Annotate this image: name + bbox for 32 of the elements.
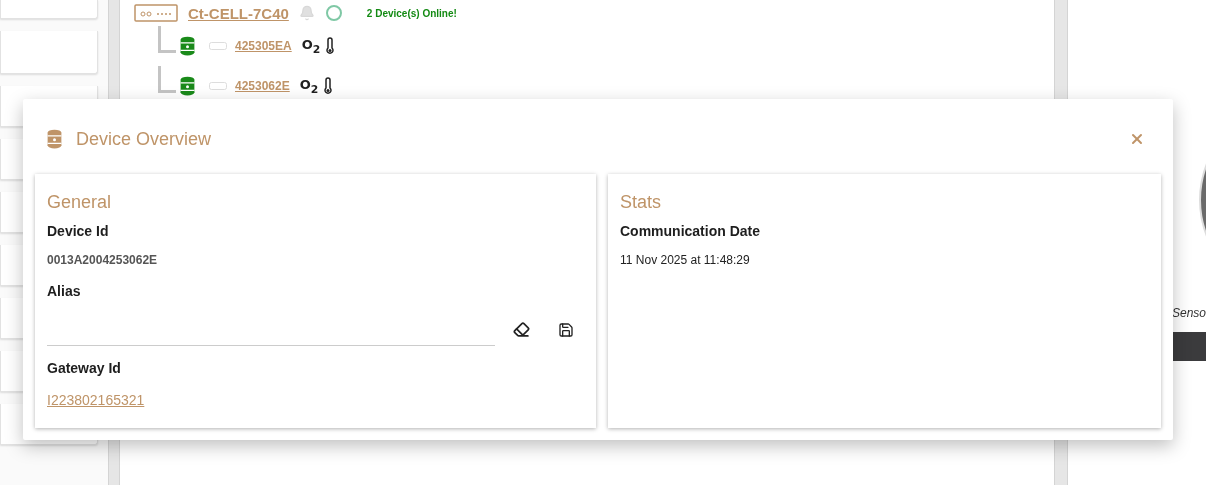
status-ring-icon: [324, 4, 343, 22]
battery-icon: [209, 42, 227, 50]
gateway-link[interactable]: I223802165321: [47, 392, 145, 408]
field-label: Gateway Id: [47, 360, 122, 376]
gateway-icon: [134, 4, 178, 22]
gas-label: O$_{2}$: [301, 36, 321, 56]
close-icon: [1129, 131, 1145, 147]
dialog-title: Device Overview: [76, 128, 213, 150]
sensor-caption: Senso: [1172, 306, 1206, 320]
eraser-icon: [513, 321, 530, 338]
card-title: General: [47, 192, 113, 213]
device-link[interactable]: 425305EA: [235, 39, 292, 53]
field-value: 0013A2004253062E: [47, 253, 159, 267]
tree-connector: [158, 26, 176, 53]
thermometer-icon: [326, 37, 335, 55]
gateway-link[interactable]: Ct-CELL-7C40: [188, 5, 289, 21]
save-icon: [558, 321, 574, 338]
field-label: Communication Date: [620, 223, 761, 239]
device-link[interactable]: 4253062E: [235, 79, 290, 93]
cylinder-icon: [180, 76, 195, 96]
field-value: 11 Nov 2025 at 11:48:29: [620, 253, 751, 267]
field-label: Alias: [47, 283, 82, 299]
bell-icon: [298, 5, 315, 21]
field-label: Device Id: [47, 223, 110, 239]
tree-connector: [158, 66, 176, 93]
battery-icon: [209, 82, 227, 90]
cylinder-icon: [47, 129, 62, 149]
gas-label: O$_{2}$: [299, 76, 319, 96]
card-title: Stats: [620, 192, 663, 213]
thermometer-icon: [324, 77, 333, 95]
online-status: 2 Device(s) Online!: [366, 7, 457, 19]
cylinder-icon: [180, 36, 195, 56]
